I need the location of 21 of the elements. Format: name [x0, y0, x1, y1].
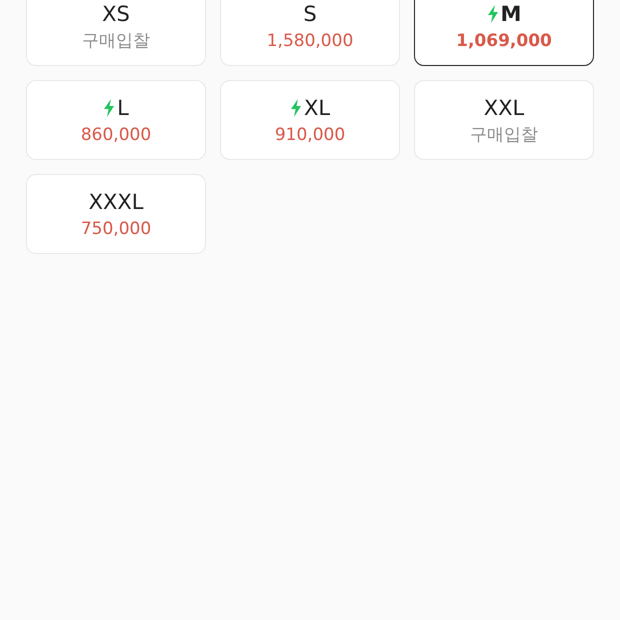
size-option[interactable]: XXXL 750,000	[26, 174, 206, 254]
price-label: 750,000	[80, 218, 152, 240]
size-label: S	[303, 0, 317, 26]
size-label: L	[117, 94, 129, 120]
size-option[interactable]: XL 910,000	[220, 80, 400, 160]
size-option[interactable]: XS 구매입찰	[26, 0, 206, 66]
size-option[interactable]: S 1,580,000	[220, 0, 400, 66]
size-label: XXXL	[88, 188, 144, 214]
bid-label: 구매입찰	[470, 124, 538, 146]
bid-label: 구매입찰	[82, 30, 150, 52]
size-option[interactable]: L 860,000	[26, 80, 206, 160]
size-label: XL	[304, 94, 330, 120]
size-label: M	[500, 0, 522, 26]
size-option[interactable]: M 1,069,000	[414, 0, 594, 66]
price-label: 860,000	[80, 124, 152, 146]
size-label: XS	[102, 0, 130, 26]
price-label: 1,580,000	[266, 30, 354, 52]
size-option[interactable]: XXL 구매입찰	[414, 80, 594, 160]
price-label: 1,069,000	[456, 30, 552, 52]
price-label: 910,000	[274, 124, 346, 146]
size-label: XXL	[484, 94, 524, 120]
